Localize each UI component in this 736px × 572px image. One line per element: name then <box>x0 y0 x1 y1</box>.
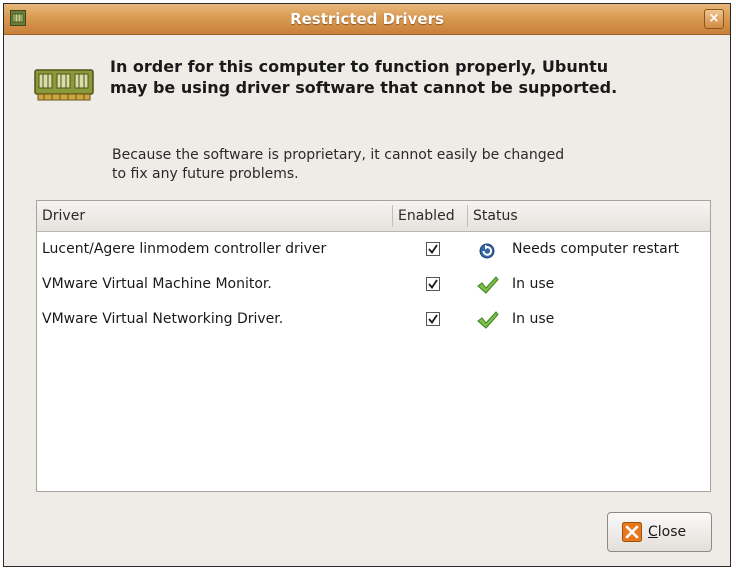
table-row[interactable]: Lucent/Agere linmodem controller driver … <box>37 232 710 267</box>
checkmark-icon <box>477 311 499 329</box>
column-header-driver[interactable]: Driver <box>37 201 392 231</box>
table-header: Driver Enabled Status <box>37 201 710 232</box>
table-row[interactable]: VMware Virtual Networking Driver. In use <box>37 302 710 337</box>
column-header-status[interactable]: Status <box>468 201 708 231</box>
window-title: Restricted Drivers <box>290 10 444 28</box>
status-text: In use <box>512 276 555 292</box>
restricted-drivers-window: Restricted Drivers × In order for this c… <box>3 3 731 567</box>
status-text: Needs computer restart <box>512 241 679 257</box>
close-button-label: Close <box>648 524 687 540</box>
window-close-button[interactable]: × <box>704 9 724 29</box>
status-text: In use <box>512 311 555 327</box>
driver-name: Lucent/Agere linmodem controller driver <box>42 241 327 257</box>
hardware-chip-icon <box>34 69 94 101</box>
close-button[interactable]: Close <box>607 512 712 552</box>
close-icon <box>622 522 642 542</box>
checkmark-icon <box>477 276 499 294</box>
title-bar[interactable]: Restricted Drivers × <box>4 4 730 35</box>
restart-icon <box>479 243 495 259</box>
enabled-checkbox[interactable] <box>426 277 440 291</box>
enabled-checkbox[interactable] <box>426 312 440 326</box>
checkbox-check-icon <box>428 244 438 254</box>
enabled-checkbox[interactable] <box>426 242 440 256</box>
driver-name: VMware Virtual Networking Driver. <box>42 311 284 327</box>
table-row[interactable]: VMware Virtual Machine Monitor. In use <box>37 267 710 302</box>
checkbox-check-icon <box>428 279 438 289</box>
driver-name: VMware Virtual Machine Monitor. <box>42 276 272 292</box>
checkbox-check-icon <box>428 314 438 324</box>
drivers-table[interactable]: Driver Enabled Status Lucent/Agere linmo… <box>36 200 711 492</box>
primary-message: In order for this computer to function p… <box>110 57 618 97</box>
column-header-enabled[interactable]: Enabled <box>393 201 467 231</box>
secondary-message: Because the software is proprietary, it … <box>112 147 565 182</box>
